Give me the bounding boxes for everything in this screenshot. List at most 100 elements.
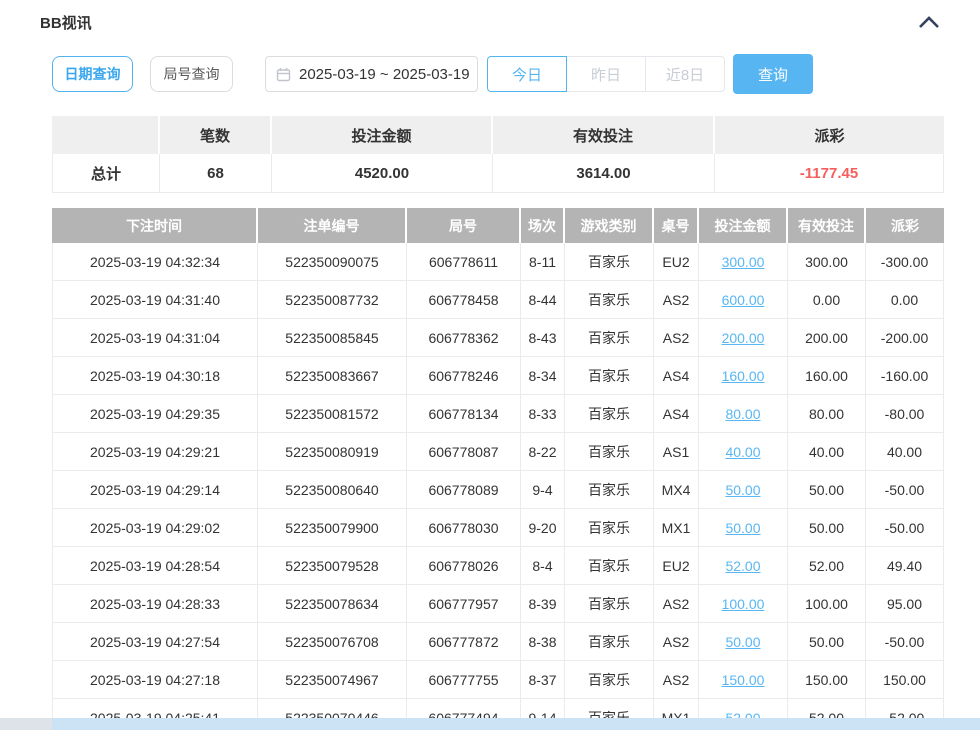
cell-valid-bet: 50.00 [788,471,866,509]
cell-order-id: 522350074967 [258,661,407,699]
cell-bet-time: 2025-03-19 04:31:04 [52,319,258,357]
cell-order-id: 522350080640 [258,471,407,509]
cell-round-id: 606778087 [407,433,521,471]
bet-amount-link[interactable]: 200.00 [722,330,765,346]
cell-bet-time: 2025-03-19 04:27:18 [52,661,258,699]
cell-session: 8-44 [521,281,565,319]
bet-amount-link[interactable]: 50.00 [725,634,760,650]
query-button[interactable]: 查询 [733,54,813,94]
cell-order-id: 522350087732 [258,281,407,319]
cell-valid-bet: 150.00 [788,661,866,699]
cell-round-id: 606778030 [407,509,521,547]
summary-header-row: 笔数 投注金额 有效投注 派彩 [52,116,944,154]
bet-amount-link[interactable]: 600.00 [722,292,765,308]
cell-bet-time: 2025-03-19 04:32:34 [52,243,258,281]
cell-order-id: 522350081572 [258,395,407,433]
cell-session: 8-22 [521,433,565,471]
cell-bet-time: 2025-03-19 04:29:35 [52,395,258,433]
cell-order-id: 522350079900 [258,509,407,547]
cell-payout: 40.00 [866,433,944,471]
cell-payout: 49.40 [866,547,944,585]
bet-amount-link[interactable]: 160.00 [722,368,765,384]
cell-bet-time: 2025-03-19 04:30:18 [52,357,258,395]
cell-session: 8-38 [521,623,565,661]
cell-table-code: AS2 [654,319,699,357]
tab-date-query[interactable]: 日期查询 [52,56,133,92]
bet-record-row: 2025-03-19 04:27:54522350076708606777872… [52,623,944,661]
bet-record-row: 2025-03-19 04:31:04522350085845606778362… [52,319,944,357]
cell-payout: -200.00 [866,319,944,357]
date-range-value: 2025-03-19 ~ 2025-03-19 [299,66,470,83]
scrollbar-thumb[interactable] [52,718,980,730]
bet-amount-link[interactable]: 52.00 [725,558,760,574]
summary-col-payout: 派彩 [715,116,944,154]
cell-bet-time: 2025-03-19 04:28:33 [52,585,258,623]
bet-amount-link[interactable]: 100.00 [722,596,765,612]
collapse-button[interactable] [916,14,942,31]
bet-amount-link[interactable]: 80.00 [725,406,760,422]
summary-col-count: 笔数 [160,116,272,154]
cell-table-code: AS4 [654,357,699,395]
quick-range-today[interactable]: 今日 [487,56,567,92]
cell-game-type: 百家乐 [565,395,654,433]
column-header-table-code: 桌号 [654,208,699,243]
cell-round-id: 606778362 [407,319,521,357]
quick-range-group: 今日 昨日 近8日 [487,56,725,92]
filter-toolbar: 日期查询 局号查询 2025-03-19 ~ 2025-03-19 今日 昨日 … [52,54,944,94]
cell-session: 8-33 [521,395,565,433]
cell-bet-amount: 600.00 [699,281,788,319]
cell-bet-amount: 52.00 [699,547,788,585]
horizontal-scrollbar[interactable] [0,718,980,730]
bet-amount-link[interactable]: 300.00 [722,254,765,270]
cell-round-id: 606777755 [407,661,521,699]
cell-round-id: 606778026 [407,547,521,585]
bet-table-body: 2025-03-19 04:32:34522350090075606778611… [52,243,944,730]
bet-amount-link[interactable]: 40.00 [725,444,760,460]
cell-table-code: MX1 [654,509,699,547]
cell-round-id: 606777872 [407,623,521,661]
cell-order-id: 522350076708 [258,623,407,661]
bet-record-row: 2025-03-19 04:30:18522350083667606778246… [52,357,944,395]
summary-total-count: 68 [160,154,272,193]
column-header-bet-time: 下注时间 [52,208,258,243]
cell-round-id: 606778246 [407,357,521,395]
cell-payout: -50.00 [866,471,944,509]
cell-session: 8-37 [521,661,565,699]
quick-range-8days[interactable]: 近8日 [645,56,725,92]
quick-range-yesterday[interactable]: 昨日 [566,56,646,92]
cell-session: 8-4 [521,547,565,585]
summary-table: 笔数 投注金额 有效投注 派彩 总计 68 4520.00 3614.00 -1… [52,116,944,193]
cell-table-code: EU2 [654,243,699,281]
cell-table-code: MX4 [654,471,699,509]
column-header-round-id: 局号 [407,208,521,243]
cell-game-type: 百家乐 [565,585,654,623]
cell-bet-time: 2025-03-19 04:27:54 [52,623,258,661]
cell-table-code: EU2 [654,547,699,585]
cell-valid-bet: 100.00 [788,585,866,623]
cell-valid-bet: 50.00 [788,509,866,547]
cell-game-type: 百家乐 [565,547,654,585]
cell-game-type: 百家乐 [565,471,654,509]
summary-total-payout: -1177.45 [715,154,944,193]
cell-bet-amount: 160.00 [699,357,788,395]
cell-session: 9-20 [521,509,565,547]
panel-content: 日期查询 局号查询 2025-03-19 ~ 2025-03-19 今日 昨日 … [52,54,944,730]
cell-round-id: 606778134 [407,395,521,433]
cell-game-type: 百家乐 [565,281,654,319]
cell-valid-bet: 52.00 [788,547,866,585]
cell-table-code: AS2 [654,661,699,699]
cell-bet-amount: 50.00 [699,471,788,509]
bet-amount-link[interactable]: 50.00 [725,482,760,498]
cell-bet-amount: 50.00 [699,509,788,547]
cell-bet-time: 2025-03-19 04:29:21 [52,433,258,471]
summary-total-bet-amount: 4520.00 [272,154,493,193]
summary-col-bet-amount: 投注金额 [272,116,493,154]
date-range-input[interactable]: 2025-03-19 ~ 2025-03-19 [265,56,478,92]
bet-record-row: 2025-03-19 04:31:40522350087732606778458… [52,281,944,319]
scrollbar-corner [0,718,52,730]
bet-amount-link[interactable]: 50.00 [725,520,760,536]
tab-round-query[interactable]: 局号查询 [150,56,233,92]
summary-total-label: 总计 [52,154,160,193]
cell-session: 8-34 [521,357,565,395]
bet-amount-link[interactable]: 150.00 [722,672,765,688]
